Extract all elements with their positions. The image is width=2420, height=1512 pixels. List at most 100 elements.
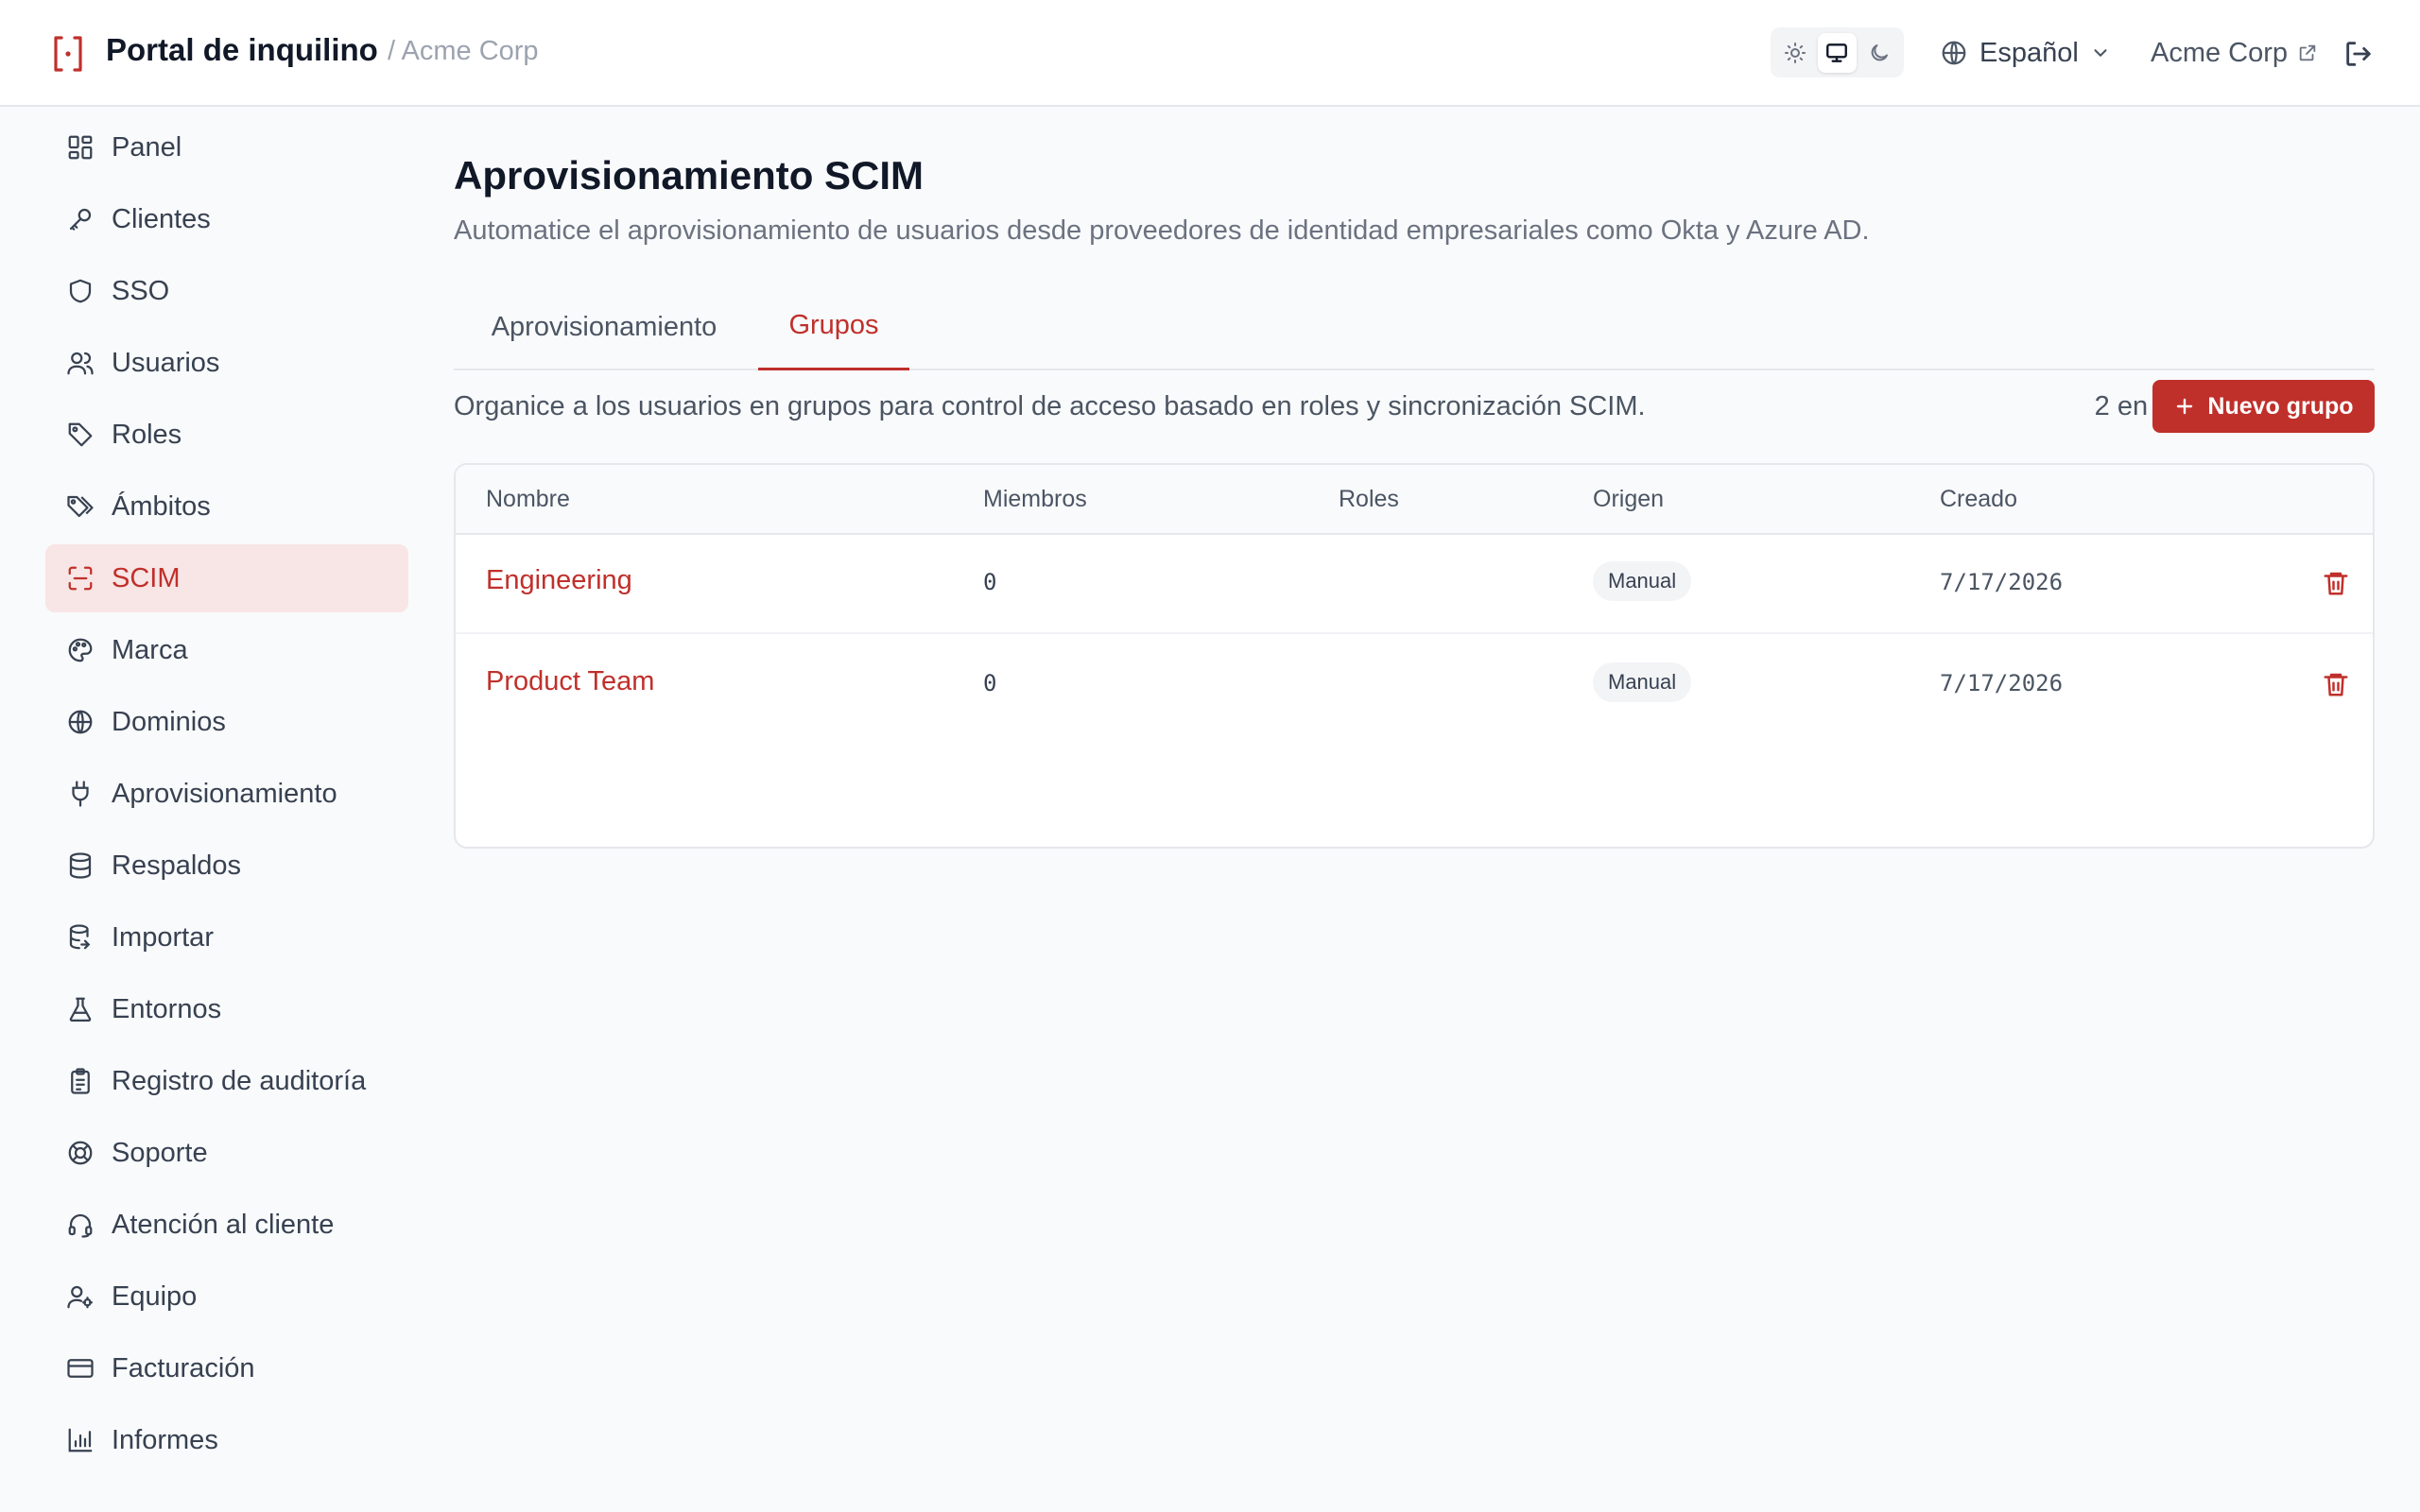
sidebar-item-panel[interactable]: Panel bbox=[45, 113, 408, 181]
tenant-external-link[interactable]: Acme Corp bbox=[2151, 34, 2318, 72]
sidebar-item-label: Facturación bbox=[112, 1352, 255, 1383]
tab-grupos[interactable]: Grupos bbox=[758, 284, 909, 370]
user-cog-icon bbox=[67, 1285, 93, 1309]
sidebar-item-label: Entornos bbox=[112, 993, 222, 1024]
sidebar-item-facturacion[interactable]: Facturación bbox=[45, 1334, 408, 1402]
sidebar-item-equipo[interactable]: Equipo bbox=[45, 1263, 408, 1331]
group-name-link[interactable]: Product Team bbox=[486, 666, 654, 697]
grid-icon bbox=[68, 135, 93, 160]
language-label: Español bbox=[1979, 37, 2079, 68]
sidebar-item-sso[interactable]: SSO bbox=[45, 257, 408, 325]
credit-card-icon bbox=[67, 1359, 94, 1378]
sidebar-item-label: Aprovisionamiento bbox=[112, 778, 337, 809]
moon-icon bbox=[1871, 43, 1888, 60]
sidebar-item-soporte[interactable]: Soporte bbox=[45, 1119, 408, 1187]
group-members-count: 0 bbox=[983, 569, 997, 595]
tenant-breadcrumb: / Acme Corp bbox=[388, 36, 539, 66]
language-selector[interactable]: Español bbox=[1940, 34, 2111, 72]
group-created-date: 7/17/2026 bbox=[1940, 569, 2064, 595]
monitor-icon bbox=[1826, 43, 1848, 62]
sidebar-item-atencion-cliente[interactable]: Atención al cliente bbox=[45, 1191, 408, 1259]
groups-table: Nombre Miembros Roles Origen Creado Engi… bbox=[454, 463, 2375, 849]
sidebar-item-registro-auditoria[interactable]: Registro de auditoría bbox=[45, 1047, 408, 1115]
app-title: Portal de inquilino bbox=[106, 32, 378, 67]
column-header-miembros: Miembros bbox=[983, 486, 1087, 512]
column-header-origen: Origen bbox=[1593, 486, 1665, 512]
headset-icon bbox=[68, 1213, 93, 1238]
globe-icon bbox=[1942, 41, 1966, 65]
sidebar-item-dominios[interactable]: Dominios bbox=[45, 688, 408, 756]
sidebar-item-label: Equipo bbox=[112, 1280, 198, 1312]
trash-icon[interactable] bbox=[2322, 669, 2350, 699]
new-group-label: Nuevo grupo bbox=[2207, 392, 2354, 420]
page-title: Aprovisionamiento SCIM bbox=[454, 153, 925, 198]
palette-icon bbox=[68, 638, 93, 662]
sidebar-item-entornos[interactable]: Entornos bbox=[45, 975, 408, 1043]
sidebar-item-clientes[interactable]: Clientes bbox=[45, 185, 408, 253]
sidebar-item-importar[interactable]: Importar bbox=[45, 903, 408, 971]
group-members-count: 0 bbox=[983, 670, 997, 696]
sidebar-item-label: Registro de auditoría bbox=[112, 1065, 367, 1096]
logo-icon bbox=[54, 36, 82, 72]
sidebar-item-label: Ámbitos bbox=[112, 490, 211, 522]
tab-aprovisionamiento[interactable]: Aprovisionamiento bbox=[454, 284, 754, 370]
users-icon bbox=[67, 352, 94, 375]
external-link-icon bbox=[2299, 44, 2316, 61]
sidebar-item-label: Roles bbox=[112, 419, 182, 450]
sidebar-item-respaldos[interactable]: Respaldos bbox=[45, 832, 408, 900]
new-group-button[interactable]: Nuevo grupo bbox=[2152, 380, 2375, 433]
sidebar-item-informes[interactable]: Informes bbox=[45, 1406, 408, 1474]
sidebar-item-label: Panel bbox=[112, 131, 182, 163]
globe-icon bbox=[68, 710, 93, 734]
tab-bar: Aprovisionamiento Grupos bbox=[454, 284, 2375, 370]
scan-icon bbox=[68, 566, 93, 591]
sidebar-item-label: Atención al cliente bbox=[112, 1209, 335, 1240]
sidebar-item-label: Respaldos bbox=[112, 850, 242, 881]
sidebar-item-label: Clientes bbox=[112, 203, 211, 234]
plus-icon bbox=[2177, 398, 2193, 415]
tenant-link-label: Acme Corp bbox=[2151, 37, 2289, 68]
column-header-nombre: Nombre bbox=[486, 486, 570, 512]
group-created-date: 7/17/2026 bbox=[1940, 670, 2064, 696]
tag-icon bbox=[68, 422, 93, 447]
sidebar-item-label: SCIM bbox=[112, 562, 181, 593]
plug-icon bbox=[72, 781, 89, 807]
top-header: Portal de inquilino / Acme Corp Español bbox=[0, 0, 2420, 107]
origin-badge: Manual bbox=[1593, 561, 1692, 601]
clipboard-icon bbox=[71, 1068, 90, 1094]
theme-system-button[interactable] bbox=[1818, 32, 1857, 73]
groups-description: Organice a los usuarios en grupos para c… bbox=[454, 391, 1646, 421]
theme-dark-button[interactable] bbox=[1860, 33, 1898, 73]
sidebar-item-label: Usuarios bbox=[112, 347, 220, 378]
column-header-roles: Roles bbox=[1339, 486, 1399, 512]
sidebar-item-label: SSO bbox=[112, 275, 170, 306]
database-icon bbox=[69, 852, 92, 879]
column-header-creado: Creado bbox=[1940, 486, 2017, 512]
group-name-link[interactable]: Engineering bbox=[486, 565, 632, 596]
database-import-icon bbox=[69, 924, 91, 950]
sidebar-item-aprovisionamiento[interactable]: Aprovisionamiento bbox=[45, 760, 408, 828]
sidebar-item-marca[interactable]: Marca bbox=[45, 616, 408, 684]
flask-icon bbox=[69, 997, 92, 1022]
bar-chart-icon bbox=[68, 1428, 93, 1452]
tags-icon bbox=[67, 495, 94, 518]
logout-icon[interactable] bbox=[2342, 38, 2375, 70]
sidebar-item-roles[interactable]: Roles bbox=[45, 401, 408, 469]
table-row: Product Team 0 Manual 7/17/2026 bbox=[456, 636, 2373, 735]
table-header: Nombre Miembros Roles Origen Creado bbox=[456, 465, 2373, 535]
chevron-down-icon bbox=[2094, 49, 2107, 57]
lifebuoy-icon bbox=[68, 1141, 93, 1165]
sidebar-item-label: Importar bbox=[112, 921, 214, 953]
sidebar-item-label: Soporte bbox=[112, 1137, 208, 1168]
origin-badge: Manual bbox=[1593, 662, 1692, 702]
sidebar: Panel Clientes SSO Usuarios Roles Ámbito… bbox=[45, 113, 408, 1478]
key-icon bbox=[69, 208, 92, 231]
sidebar-item-label: Dominios bbox=[112, 706, 226, 737]
sidebar-item-usuarios[interactable]: Usuarios bbox=[45, 329, 408, 397]
trash-icon[interactable] bbox=[2322, 568, 2350, 598]
theme-light-button[interactable] bbox=[1776, 33, 1814, 73]
sidebar-item-scim[interactable]: SCIM bbox=[45, 544, 408, 612]
theme-toggle bbox=[1771, 27, 1904, 77]
sidebar-item-ambitos[interactable]: Ámbitos bbox=[45, 472, 408, 541]
sidebar-item-label: Informes bbox=[112, 1424, 218, 1455]
